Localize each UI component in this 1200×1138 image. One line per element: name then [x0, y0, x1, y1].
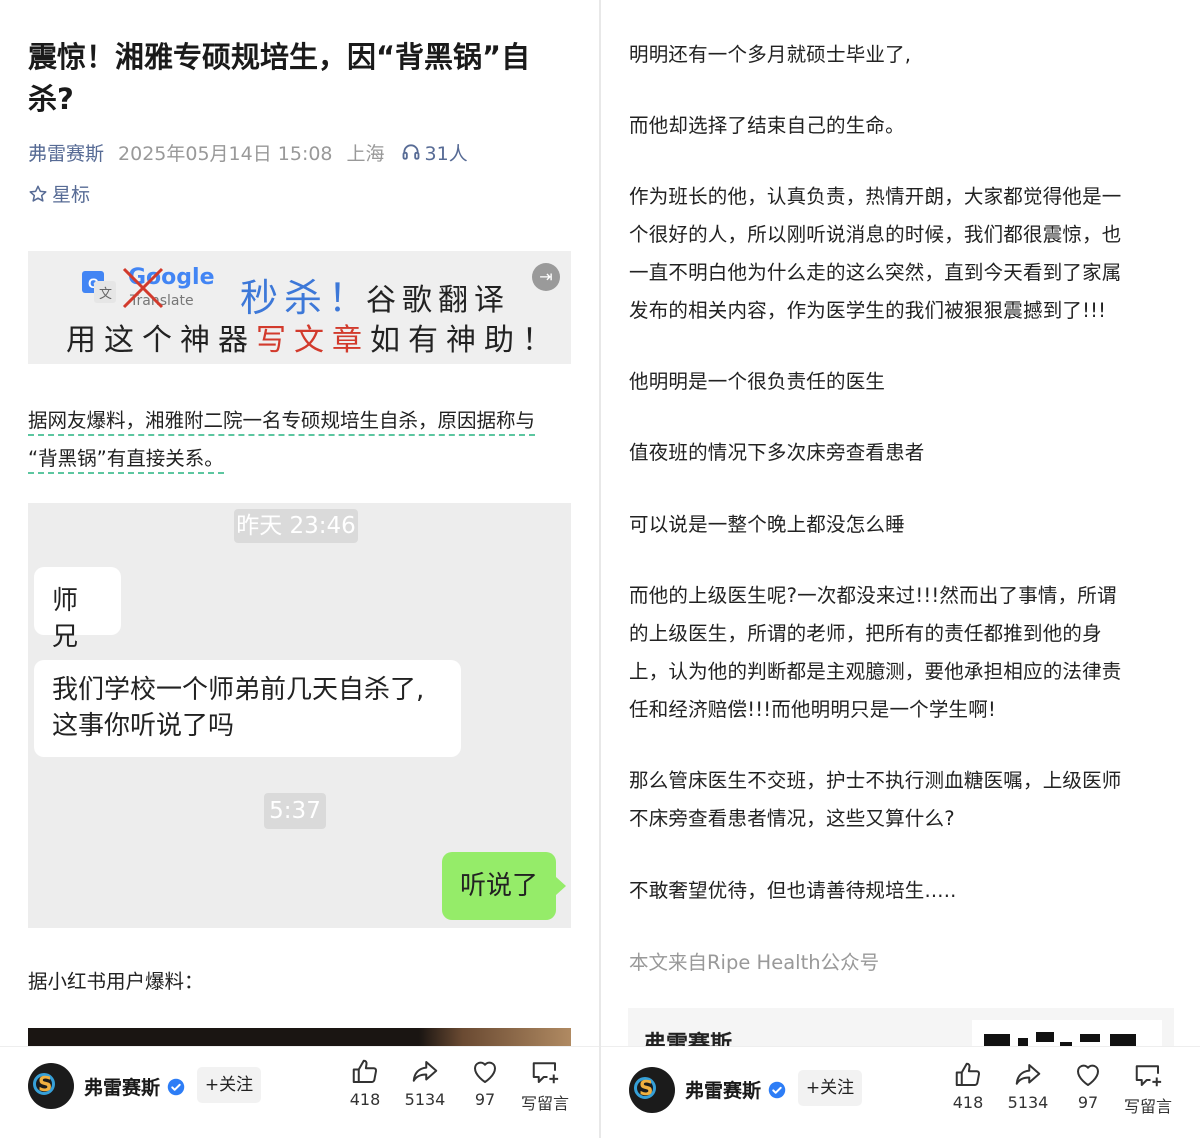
star-label: 星标 — [52, 184, 91, 206]
paragraph-8: 那么管床医生不交班，护士不执行测血糖医嘱，上级医师 不床旁查看患者情况，这些又算… — [629, 762, 1177, 838]
like-button[interactable]: 418 — [335, 1057, 395, 1109]
p3-line-3: 一直不明白他为什么走的这么突然，直到今天看到了家属 — [629, 261, 1122, 284]
share-button[interactable]: 5134 — [395, 1057, 455, 1109]
account-name[interactable]: 弗雷赛斯 — [84, 1073, 185, 1100]
comment-button[interactable]: 写留言 — [1118, 1060, 1178, 1117]
thumbs-up-icon — [955, 1062, 981, 1086]
intro-line-2[interactable]: “背黑锅”有直接关系。 — [28, 447, 224, 474]
comment-label: 写留言 — [520, 1094, 569, 1113]
ad-exit-icon[interactable]: ⇥ — [532, 263, 560, 291]
comment-icon — [532, 1062, 559, 1084]
share-icon — [1015, 1064, 1041, 1085]
publish-datetime: 2025年05月14日 15:08 — [118, 142, 333, 165]
chat-screenshot: 昨天 23:46 师兄 我们学校一个师弟前几天自杀了, 这事你听说了吗 5:37… — [28, 503, 571, 928]
thumbs-up-icon — [352, 1059, 378, 1083]
chat-message-2: 我们学校一个师弟前几天自杀了, 这事你听说了吗 — [34, 660, 461, 757]
svg-text:文: 文 — [99, 287, 112, 302]
share-count: 5134 — [404, 1090, 446, 1109]
heart-icon — [1077, 1064, 1099, 1086]
share-icon — [412, 1061, 438, 1082]
paragraph-4: 他明明是一个很负责任的医生 — [629, 370, 886, 393]
paragraph-6: 可以说是一整个晚上都没怎么睡 — [629, 513, 905, 536]
p3-line-2: 个很好的人，所以刚听说消息的时候，我们都很震惊，也 — [629, 223, 1122, 246]
xhs-label: 据小红书用户爆料： — [28, 970, 204, 993]
paragraph-3: 作为班长的他，认真负责，热情开朗，大家都觉得他是一 个很好的人，所以刚听说消息的… — [629, 178, 1177, 330]
verified-icon — [768, 1081, 786, 1098]
like-button[interactable]: 418 — [938, 1060, 998, 1112]
p8-line-1: 那么管床医生不交班，护士不执行测血糖医嘱，上级医师 — [629, 769, 1122, 792]
left-footer-bar: S 弗雷赛斯 +关注 418 5134 97 写留言 — [0, 1046, 599, 1138]
comment-icon — [1135, 1065, 1162, 1087]
avatar-monogram: S — [38, 1072, 53, 1096]
message-2-line-1: 我们学校一个师弟前几天自杀了, — [52, 675, 425, 705]
favorite-count: 97 — [474, 1090, 496, 1109]
chat-timestamp-1: 昨天 23:46 — [234, 509, 358, 543]
heart-icon — [474, 1061, 496, 1083]
chat-message-1: 师兄 — [34, 567, 121, 652]
article-title: 震惊！湘雅专硕规培生，因“背黑锅”自杀? — [28, 40, 531, 116]
ad-banner[interactable]: G 文 Google Translate 秒杀！ 谷歌翻译 用这个神器写文章如有… — [28, 251, 571, 364]
like-count: 418 — [349, 1090, 381, 1109]
p7-line-3: 上，认为他的判断都是主观臆测，要他承担相应的法律责 — [629, 660, 1122, 683]
p7-line-1: 而他的上级医生呢?一次都没来过!!!然而出了事情，所谓 — [629, 584, 1117, 607]
screenshot: 震惊！湘雅专硕规培生，因“背黑锅”自杀? 弗雷赛斯 2025年05月14日 15… — [0, 0, 1200, 1138]
star-icon — [29, 185, 47, 202]
p3-line-4: 发布的相关内容，作为医学生的我们被狠狠震撼到了!!! — [629, 299, 1107, 322]
embedded-photo — [28, 1028, 571, 1048]
verified-icon — [167, 1078, 185, 1095]
listener-count: 31人 — [424, 142, 468, 165]
p3-line-1: 作为班长的他，认真负责，热情开朗，大家都觉得他是一 — [629, 185, 1122, 208]
favorite-count: 97 — [1077, 1093, 1099, 1112]
paragraph-1: 明明还有一个多月就硕士毕业了, — [629, 43, 912, 66]
avatar[interactable]: S — [629, 1067, 675, 1113]
banner-tagline: 用这个神器写文章如有神助！ — [66, 315, 560, 359]
avatar[interactable]: S — [28, 1063, 74, 1109]
cross-mark-icon — [122, 267, 164, 309]
paragraph-5: 值夜班的情况下多次床旁查看患者 — [629, 441, 925, 464]
intro-line-1[interactable]: 据网友爆料，湘雅附二院一名专硕规培生自杀，原因据称与 — [28, 409, 536, 436]
chat-reply: 听说了 — [442, 852, 556, 920]
tagline-suffix: 如有神助！ — [370, 323, 560, 358]
message-2-line-2: 这事你听说了吗 — [52, 711, 235, 741]
star-button[interactable]: 星标 — [28, 180, 90, 207]
paragraph-9: 不敢奢望优待，但也请善待规培生..... — [629, 879, 957, 902]
tagline-prefix: 用这个神器 — [66, 323, 256, 358]
comment-button[interactable]: 写留言 — [515, 1057, 575, 1114]
share-count: 5134 — [1007, 1093, 1049, 1112]
favorite-button[interactable]: 97 — [1058, 1060, 1118, 1112]
like-count: 418 — [952, 1093, 984, 1112]
chat-timestamp-2: 5:37 — [264, 793, 326, 829]
publish-location: 上海 — [346, 142, 385, 165]
p8-line-2: 不床旁查看患者情况，这些又算什么? — [629, 807, 955, 830]
listen-button[interactable]: 31人 — [401, 139, 468, 166]
banner-headline: 秒杀！ — [240, 276, 373, 320]
p7-line-2: 的上级医生，所谓的老师，把所有的责任都推到他的身 — [629, 622, 1102, 645]
headphones-icon — [402, 144, 419, 160]
paragraph-7: 而他的上级医生呢?一次都没来过!!!然而出了事情，所谓 的上级医生，所谓的老师，… — [629, 577, 1177, 729]
left-pane: 震惊！湘雅专硕规培生，因“背黑锅”自杀? 弗雷赛斯 2025年05月14日 15… — [0, 0, 599, 1138]
article-meta: 弗雷赛斯 2025年05月14日 15:08 上海 31人 — [28, 138, 468, 166]
reply-tail — [556, 877, 566, 895]
account-name-text: 弗雷赛斯 — [84, 1077, 161, 1099]
banner-headline-sub: 谷歌翻译 — [366, 283, 510, 318]
author-link[interactable]: 弗雷赛斯 — [28, 139, 104, 166]
favorite-button[interactable]: 97 — [455, 1057, 515, 1109]
avatar-monogram: S — [639, 1076, 654, 1100]
right-pane: 明明还有一个多月就硕士毕业了, 而他却选择了结束自己的生命。 作为班长的他，认真… — [601, 0, 1200, 1138]
intro-paragraph: 据网友爆料，湘雅附二院一名专硕规培生自杀，原因据称与 “背黑锅”有直接关系。 — [28, 402, 573, 478]
follow-button[interactable]: +关注 — [197, 1067, 261, 1103]
source-note: 本文来自Ripe Health公众号 — [629, 951, 880, 974]
follow-button[interactable]: +关注 — [798, 1070, 862, 1106]
paragraph-2: 而他却选择了结束自己的生命。 — [629, 114, 905, 137]
comment-label: 写留言 — [1123, 1097, 1172, 1116]
p7-line-4: 任和经济赔偿!!!而他明明只是一个学生啊! — [629, 698, 996, 721]
google-translate-icon: G 文 — [82, 271, 116, 303]
account-name-text: 弗雷赛斯 — [685, 1080, 762, 1102]
share-button[interactable]: 5134 — [998, 1060, 1058, 1112]
tagline-highlight: 写文章 — [256, 323, 370, 358]
right-footer-bar: S 弗雷赛斯 +关注 418 5134 97 写留言 — [601, 1046, 1200, 1138]
account-name[interactable]: 弗雷赛斯 — [685, 1076, 786, 1103]
